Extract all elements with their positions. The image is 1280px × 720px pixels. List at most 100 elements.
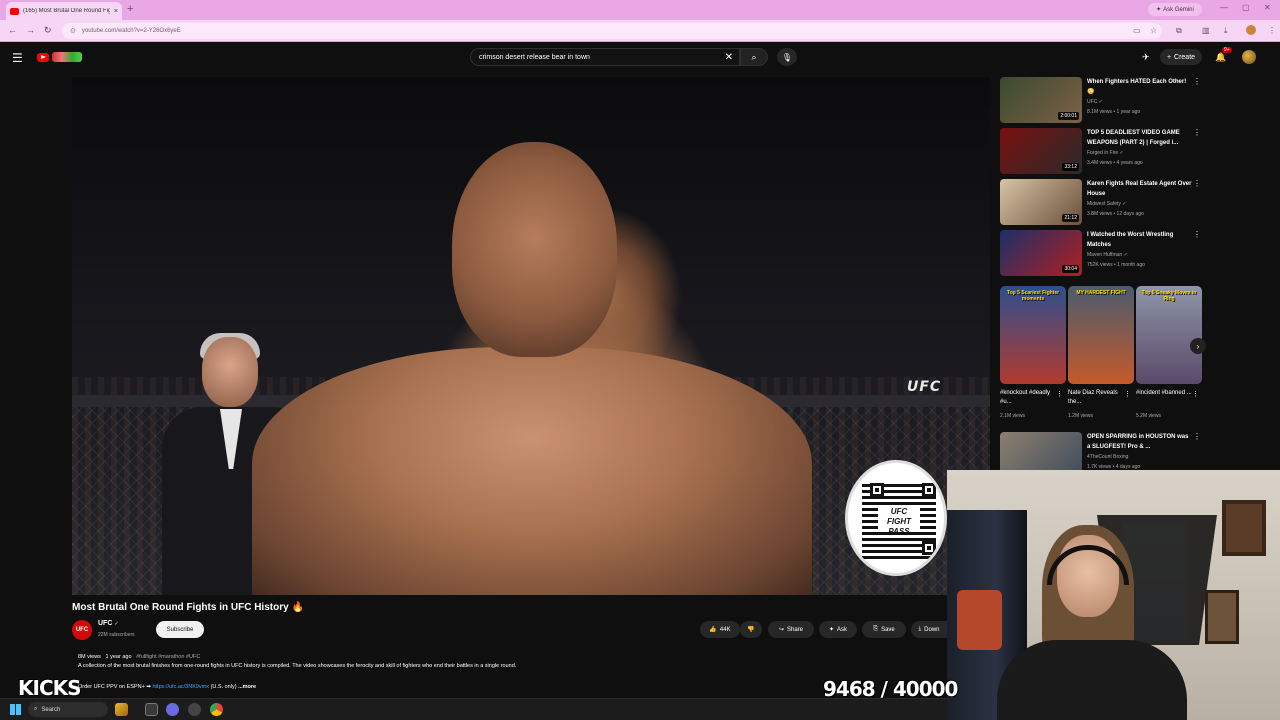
search-query: crimson desert release bear in town — [479, 53, 590, 61]
short-thumbnail[interactable]: MY HARDEST FIGHT — [1068, 286, 1134, 384]
create-button[interactable]: + Create — [1160, 49, 1202, 65]
like-count: 44K — [719, 626, 731, 633]
recommended-video[interactable]: 33:12 TOP 5 DEADLIEST VIDEO GAME WEAPONS … — [1000, 128, 1201, 176]
short-item[interactable]: Top 5 Scariest Fighter moments #knockout … — [1000, 286, 1066, 419]
chrome-icon[interactable] — [210, 703, 223, 716]
short-title[interactable]: #incident #banned ... — [1136, 389, 1192, 398]
recommended-title[interactable]: I Watched the Worst Wrestling Matches — [1087, 230, 1192, 250]
share-button[interactable]: ↪ Share — [768, 621, 814, 638]
dislike-button[interactable]: 👎 — [740, 621, 762, 638]
recommended-channel[interactable]: Maven Huffman ✓ — [1087, 250, 1192, 260]
notification-badge: 9+ — [1222, 47, 1232, 53]
browser-tab-bar: (165) Most Brutal One Round Fights × + ✦… — [0, 0, 1280, 20]
cast-icon[interactable]: ▭ — [1133, 26, 1141, 35]
shorts-next-arrow-icon[interactable]: › — [1190, 338, 1206, 354]
short-views: 2.1M views — [1000, 413, 1026, 419]
address-toolbar: ← → ↻ ⊙ youtube.com/watch?v=2-Y26Ox6yeE … — [0, 20, 1280, 42]
channel-avatar[interactable]: UFC — [72, 620, 92, 640]
short-caption: Top 5 Sneaky Moves in Ring — [1141, 290, 1197, 302]
cast-device-icon[interactable]: ✈ — [1142, 52, 1150, 63]
clear-search-icon[interactable]: ✕ — [725, 52, 733, 63]
short-title[interactable]: Nate Diaz Reveals the... — [1068, 389, 1124, 407]
file-explorer-icon[interactable] — [145, 703, 158, 716]
discord-icon[interactable] — [166, 703, 179, 716]
recommended-channel[interactable]: Forged in Fire ✓ — [1087, 148, 1192, 158]
search-button[interactable]: ⌕ — [740, 48, 768, 66]
short-thumbnail[interactable]: Top 5 Scariest Fighter moments — [1000, 286, 1066, 384]
channel-name[interactable]: UFC ✓ — [98, 620, 119, 627]
account-avatar[interactable] — [1242, 50, 1256, 64]
obs-icon[interactable] — [188, 703, 201, 716]
bookmark-star-icon[interactable]: ☆ — [1150, 26, 1157, 35]
notifications-bell-icon[interactable]: 🔔 — [1215, 52, 1226, 63]
more-options-icon[interactable]: ⋮ — [1193, 179, 1201, 188]
description-text: A collection of the most brutal finishes… — [78, 663, 517, 669]
download-icon[interactable]: ⤓ — [1224, 26, 1228, 36]
more-options-icon[interactable]: ⋮ — [1193, 432, 1201, 441]
video-thumbnail[interactable]: 33:12 — [1000, 128, 1082, 174]
short-views: 5.2M views — [1136, 413, 1162, 419]
voice-search-button[interactable]: 🎙 — [777, 48, 797, 66]
video-thumbnail[interactable]: 2:00:01 — [1000, 77, 1082, 123]
youtube-logo[interactable] — [37, 51, 85, 63]
share-icon: ↪ — [778, 627, 784, 633]
more-options-icon[interactable]: ⋮ — [1056, 390, 1063, 398]
forward-icon[interactable]: → — [26, 25, 35, 35]
short-thumbnail[interactable]: Top 5 Sneaky Moves in Ring — [1136, 286, 1202, 384]
browser-menu-icon[interactable]: ⋮ — [1268, 26, 1276, 35]
more-options-icon[interactable]: ⋮ — [1124, 390, 1131, 398]
video-thumbnail[interactable]: 21:12 — [1000, 179, 1082, 225]
ask-gemini-label: Ask Gemini — [1163, 6, 1194, 13]
download-button[interactable]: ⤓ Down — [911, 621, 947, 638]
menu-icon[interactable]: ☰ — [12, 51, 23, 65]
minimize-icon[interactable]: — — [1220, 3, 1228, 12]
short-title[interactable]: #knockout #deadly #u... — [1000, 389, 1056, 407]
ask-button[interactable]: ✦ Ask — [819, 621, 857, 638]
description-panel[interactable] — [72, 650, 947, 698]
promo-suffix: (U.S. only) — [210, 684, 237, 690]
browser-tab[interactable]: (165) Most Brutal One Round Fights × — [6, 2, 122, 20]
window-close-icon[interactable]: ✕ — [1264, 3, 1271, 12]
widgets-icon[interactable] — [115, 703, 128, 716]
profile-avatar[interactable] — [1246, 25, 1256, 35]
windows-start-icon[interactable] — [10, 704, 21, 715]
tab-close-icon[interactable]: × — [114, 8, 118, 15]
description-promo: Order UFC PPV on ESPN+ ➡ https://ufc.ac/… — [78, 684, 256, 690]
recommended-video[interactable]: 30:04 I Watched the Worst Wrestling Match… — [1000, 230, 1201, 278]
sparkle-icon: ✦ — [828, 627, 834, 633]
show-more-link[interactable]: ...more — [238, 684, 256, 690]
promo-link[interactable]: https://ufc.ac/3NK9vmx — [152, 684, 209, 690]
video-thumbnail[interactable]: 30:04 — [1000, 230, 1082, 276]
recommended-title[interactable]: TOP 5 DEADLIEST VIDEO GAME WEAPONS (PART… — [1087, 128, 1192, 148]
extensions-icon[interactable]: ⧉ — [1176, 26, 1182, 36]
hashtags[interactable]: #fullfight #marathon #UFC — [136, 654, 200, 660]
recommended-title[interactable]: OPEN SPARRING in HOUSTON was a SLUGFEST!… — [1087, 432, 1192, 452]
new-tab-button[interactable]: + — [127, 3, 133, 15]
recommended-title[interactable]: When Fighters HATED Each Other! 😳 — [1087, 77, 1192, 97]
more-options-icon[interactable]: ⋮ — [1193, 128, 1201, 137]
youtube-play-icon — [37, 52, 49, 62]
maximize-icon[interactable]: ▢ — [1242, 3, 1250, 12]
more-options-icon[interactable]: ⋮ — [1192, 390, 1199, 398]
recommended-video[interactable]: 21:12 Karen Fights Real Estate Agent Over… — [1000, 179, 1201, 227]
recommended-channel[interactable]: UFC ✓ — [1087, 97, 1192, 107]
more-options-icon[interactable]: ⋮ — [1193, 77, 1201, 86]
recommended-channel[interactable]: 4TheCount Boxing — [1087, 452, 1192, 462]
like-button[interactable]: 👍 44K — [700, 621, 740, 638]
sidebar-icon[interactable]: ▥ — [1202, 26, 1210, 35]
ask-gemini-button[interactable]: ✦ Ask Gemini — [1148, 3, 1202, 16]
reload-icon[interactable]: ↻ — [44, 25, 52, 36]
save-button[interactable]: ⎘ Save — [862, 621, 906, 638]
url-bar[interactable]: ⊙ youtube.com/watch?v=2-Y26Ox6yeE — [62, 23, 1162, 39]
recommended-video[interactable]: 2:00:01 When Fighters HATED Each Other! 😳… — [1000, 77, 1201, 125]
recommended-channel[interactable]: Midwest Safety ✓ — [1087, 199, 1192, 209]
back-icon[interactable]: ← — [8, 25, 17, 35]
taskbar-search[interactable]: ⌕ Search — [28, 702, 108, 717]
search-input[interactable]: crimson desert release bear in town ✕ — [470, 48, 740, 66]
subscribe-button[interactable]: Subscribe — [156, 621, 204, 638]
short-item[interactable]: MY HARDEST FIGHT Nate Diaz Reveals the...… — [1068, 286, 1134, 419]
shorts-shelf: Top 5 Scariest Fighter moments #knockout … — [1000, 286, 1202, 420]
recommended-title[interactable]: Karen Fights Real Estate Agent Over Hous… — [1087, 179, 1192, 199]
site-info-icon[interactable]: ⊙ — [70, 27, 76, 35]
more-options-icon[interactable]: ⋮ — [1193, 230, 1201, 239]
